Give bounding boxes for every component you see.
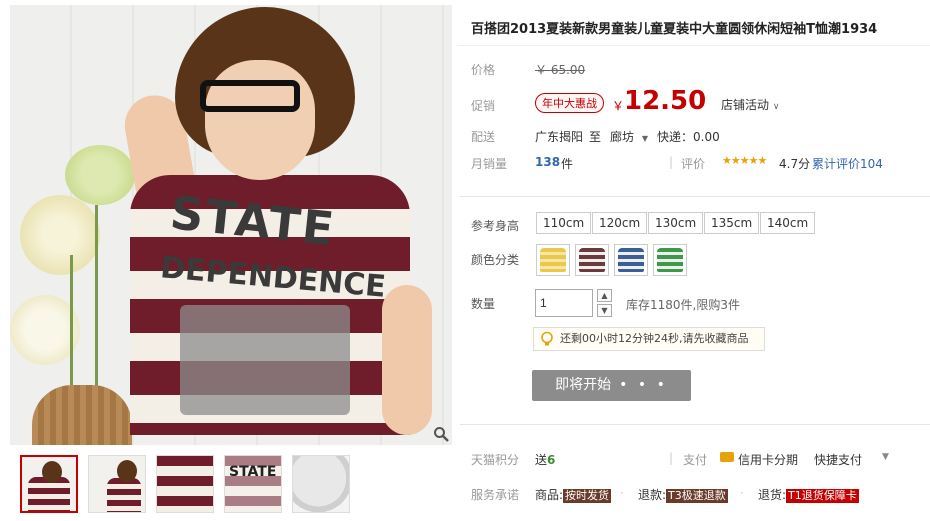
child-arm-right	[382, 285, 432, 435]
thumbnail-strip: STATE	[20, 455, 350, 513]
main-product-image[interactable]: STATE DEPENDENCE	[10, 5, 452, 445]
original-price: ￥ 65.00	[535, 63, 586, 77]
service-refund: 退款: T3极速退款	[638, 486, 728, 503]
service-return: 退货: T1退货保障卡	[758, 486, 859, 503]
dot-separator: ·	[740, 486, 744, 500]
thumbnail-3[interactable]	[156, 455, 214, 513]
coming-soon-label: 即将开始	[555, 377, 612, 393]
credit-card-icon	[720, 452, 734, 462]
thumbnail-4[interactable]: STATE	[224, 455, 282, 513]
quick-pay[interactable]: 快捷支付	[814, 451, 862, 468]
thumb-head	[42, 461, 62, 483]
rating-stars: ★★★★★	[722, 154, 767, 167]
express-fee: 快递：0.00	[657, 130, 720, 144]
monthly-sales-count: 138	[535, 155, 561, 169]
tmall-points-label: 天猫积分	[471, 453, 520, 467]
thumbnail-5[interactable]	[292, 455, 350, 513]
points-amount: 6	[547, 453, 556, 467]
promo-price: 12.50	[624, 86, 707, 116]
price-panel	[457, 45, 930, 195]
shop-activity-label: 店铺活动	[721, 98, 770, 112]
promo-label: 促销	[471, 99, 496, 113]
refund-label: 退款:	[638, 488, 667, 502]
size-option-130[interactable]: 130cm	[648, 212, 704, 234]
shirt-car-graphic	[180, 305, 350, 415]
shipping-destination-select[interactable]: 廊坊 ▼	[610, 128, 648, 145]
review-count-link[interactable]: 累计评价104	[812, 155, 883, 172]
countdown-tip: 还剩00小时12分钟24秒,请先收藏商品	[533, 327, 765, 351]
caret-down-icon[interactable]: ▼	[882, 452, 889, 462]
thumbnail-1[interactable]	[20, 455, 78, 513]
caret-down-icon: ▼	[641, 134, 648, 143]
goods-label: 商品:	[535, 488, 564, 502]
vase	[32, 385, 132, 445]
currency-symbol: ￥	[612, 99, 625, 113]
monthly-sales-unit: 件	[561, 157, 574, 171]
flower-stem	[70, 255, 73, 395]
on-time-shipping-tag: 按时发货	[563, 489, 612, 503]
dot-separator: ·	[620, 486, 624, 500]
separator: |	[669, 155, 674, 169]
color-option-green[interactable]	[653, 244, 687, 276]
rating-label: 评价	[681, 157, 706, 171]
thumbnail-2[interactable]	[88, 455, 146, 513]
payment-label: 支付	[683, 453, 708, 467]
countdown-text: 还剩00小时12分钟24秒,请先收藏商品	[560, 332, 749, 345]
divider	[460, 196, 930, 197]
size-option-120[interactable]: 120cm	[592, 212, 648, 234]
chevron-down-icon: ∨	[772, 102, 780, 112]
thumb-shirt	[107, 478, 141, 512]
flower-stem	[95, 205, 98, 395]
points-value: 送6	[535, 451, 555, 468]
coming-soon-button[interactable]: 即将开始 • • •	[532, 370, 691, 401]
quantity-increase-button[interactable]: ▲	[597, 289, 612, 302]
flower-decoration	[65, 145, 135, 205]
quantity-decrease-button[interactable]: ▼	[597, 304, 612, 317]
lightbulb-icon	[541, 331, 553, 346]
divider	[460, 424, 930, 425]
service-label: 服务承诺	[471, 488, 520, 502]
child-face	[205, 60, 315, 180]
return-label: 退货:	[758, 488, 787, 502]
monthly-sales-label: 月销量	[471, 157, 508, 171]
quantity-input[interactable]	[535, 289, 593, 317]
size-option-140[interactable]: 140cm	[760, 212, 816, 234]
return-guarantee-tag: T1退货保障卡	[786, 489, 859, 503]
points-send-word: 送	[535, 453, 548, 467]
stock-info: 库存1180件,限购3件	[626, 298, 740, 312]
thumb-head	[117, 460, 137, 482]
quantity-label: 数量	[471, 297, 496, 311]
credit-installment[interactable]: 信用卡分期	[738, 451, 798, 468]
shop-activity-dropdown[interactable]: 店铺活动 ∨	[721, 96, 779, 113]
color-label: 颜色分类	[471, 253, 520, 267]
thumb-collar	[293, 456, 349, 512]
rating-score: 4.7分	[779, 157, 811, 171]
shipping-to-word: 至	[589, 130, 602, 144]
glasses	[200, 80, 300, 112]
color-option-yellow[interactable]	[536, 244, 570, 276]
thumb-closeup	[157, 456, 213, 512]
thumb-print-text: STATE	[229, 464, 277, 480]
price-label: 价格	[471, 63, 496, 77]
size-option-135[interactable]: 135cm	[704, 212, 760, 234]
color-option-maroon[interactable]	[575, 244, 609, 276]
color-option-blue[interactable]	[614, 244, 648, 276]
shipping-label: 配送	[471, 130, 496, 144]
size-option-110[interactable]: 110cm	[536, 212, 592, 234]
product-title: 百搭团2013夏装新款男童装儿童夏装中大童圆领休闲短袖T恤潮1934	[471, 22, 878, 37]
promo-badge: 年中大惠战	[535, 93, 604, 113]
service-goods: 商品: 按时发货	[535, 486, 612, 503]
size-label: 参考身高	[471, 219, 520, 233]
zoom-icon[interactable]	[433, 426, 449, 442]
fast-refund-tag: T3极速退款	[666, 489, 728, 503]
flower-decoration	[20, 195, 100, 275]
destination-label: 廊坊	[610, 130, 635, 144]
separator: |	[669, 451, 674, 465]
shipping-from: 广东揭阳	[535, 130, 584, 144]
dots: • • •	[619, 377, 668, 393]
